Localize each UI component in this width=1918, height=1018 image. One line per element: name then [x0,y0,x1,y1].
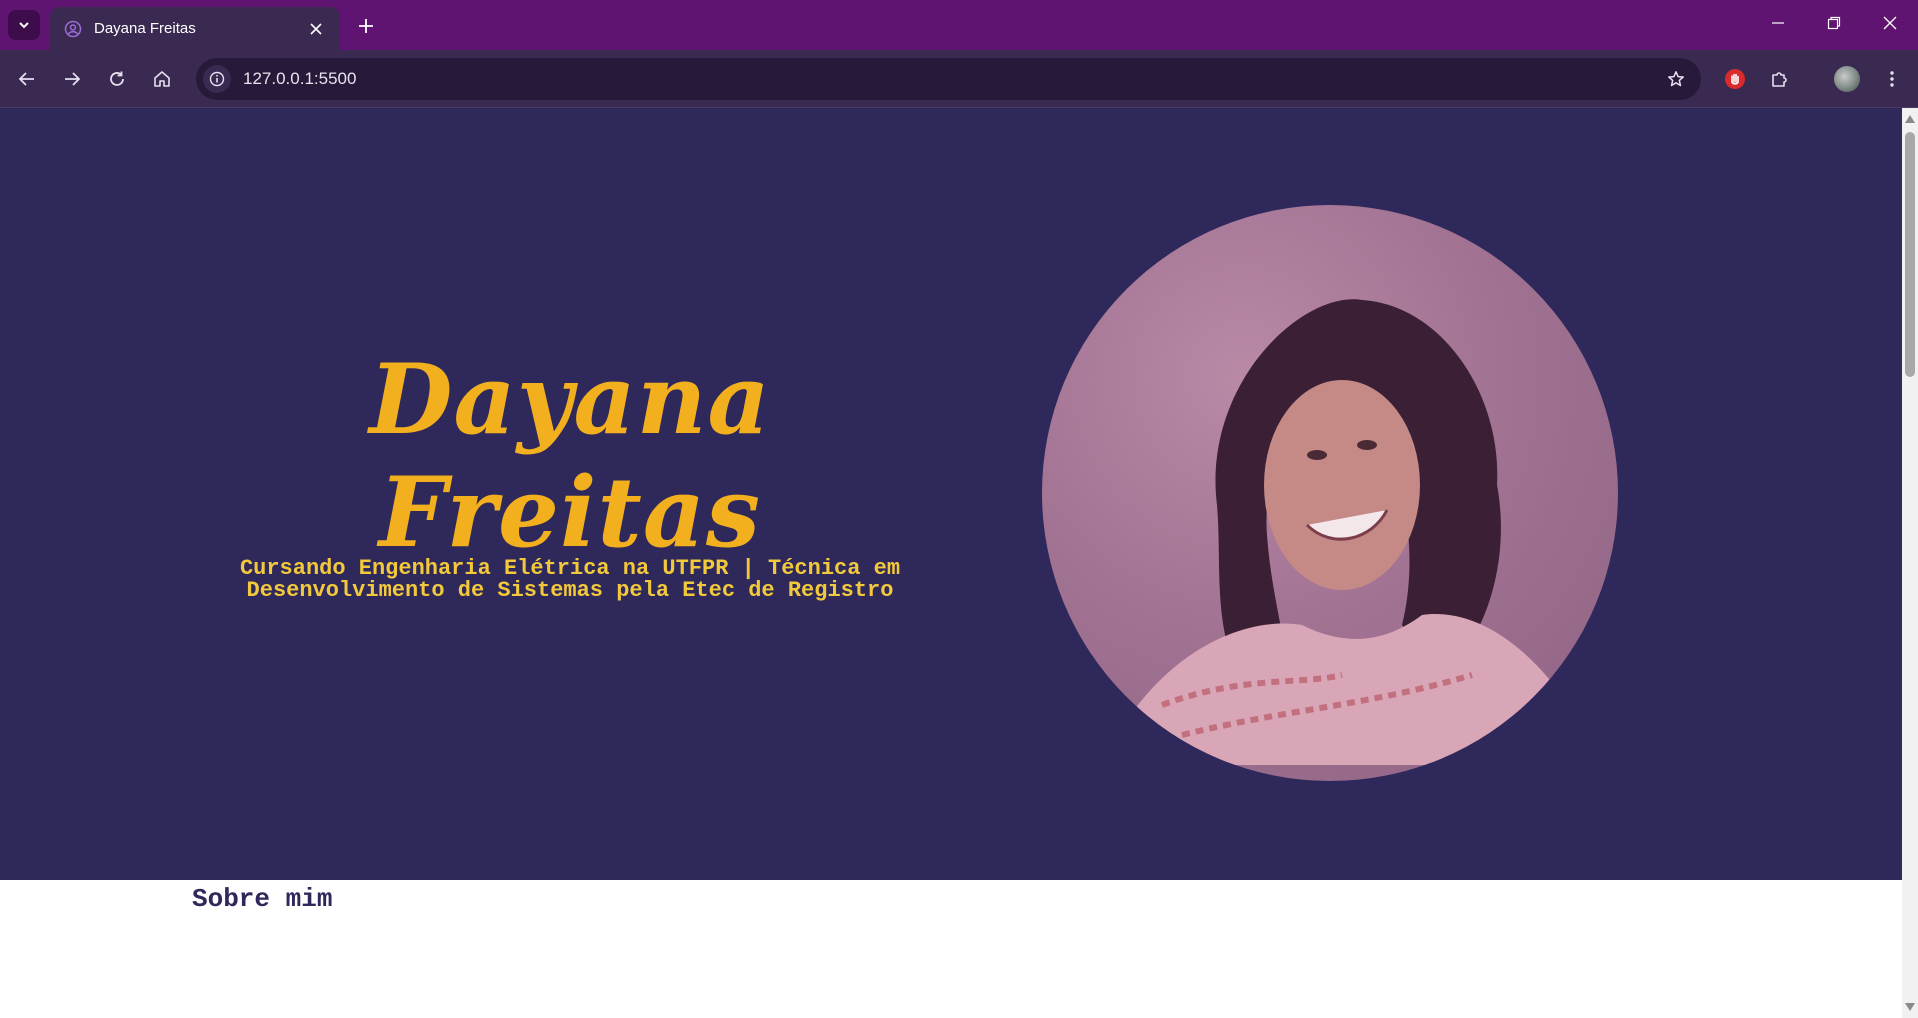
info-icon [209,71,225,87]
bookmark-button[interactable] [1659,62,1693,96]
browser-toolbar: 127.0.0.1:5500 [0,50,1918,138]
new-tab-button[interactable] [352,12,380,40]
arrow-right-icon [65,72,81,86]
avatar [1834,66,1860,92]
extension-adblock-button[interactable] [1718,62,1752,96]
page-viewport: Dayana Freitas Cursando Engenharia Elétr… [0,108,1902,1018]
address-bar[interactable]: 127.0.0.1:5500 [196,58,1701,100]
tab-close-button[interactable] [304,17,328,41]
restore-button[interactable] [1806,0,1862,46]
scroll-up-arrow[interactable] [1905,114,1915,124]
hand-icon [1725,69,1745,89]
hero-subtitle: Cursando Engenharia Elétrica na UTFPR | … [200,558,940,602]
url-text[interactable]: 127.0.0.1:5500 [243,69,1659,89]
profile-icon [64,20,82,38]
profile-button[interactable] [1830,62,1864,96]
hero-subtitle-line-2: Desenvolvimento de Sistemas pela Etec de… [246,578,894,603]
home-icon [154,71,170,87]
hero-section: Dayana Freitas Cursando Engenharia Elétr… [0,108,1902,880]
forward-button[interactable] [55,62,89,96]
profile-photo [1042,205,1618,781]
browser-titlebar: Dayana Freitas [0,0,1918,50]
reload-button[interactable] [100,62,134,96]
back-button[interactable] [10,62,44,96]
scrollbar-thumb[interactable] [1905,132,1915,377]
close-icon [1883,16,1897,30]
minimize-button[interactable] [1750,0,1806,46]
extensions-button[interactable] [1763,62,1797,96]
browser-menu-button[interactable] [1875,62,1909,96]
arrow-left-icon [18,72,34,86]
home-button[interactable] [145,62,179,96]
chevron-down-icon [19,22,29,29]
restore-icon [1827,16,1841,30]
minimize-icon [1772,22,1784,24]
tab-title: Dayana Freitas [94,20,196,37]
browser-tab-active[interactable]: Dayana Freitas [50,7,340,50]
plus-icon [359,19,373,33]
reload-icon [110,71,124,86]
about-section-title: Sobre mim [192,884,333,914]
close-icon [310,22,322,35]
close-window-button[interactable] [1862,0,1918,46]
scroll-down-arrow[interactable] [1905,1002,1915,1012]
star-icon [1668,71,1684,87]
page-scrollbar[interactable] [1902,108,1918,1018]
kebab-menu-icon [1890,71,1894,87]
puzzle-icon [1772,72,1787,87]
hero-name: Dayana Freitas [369,343,771,569]
tab-search-button[interactable] [8,10,40,40]
site-info-button[interactable] [203,65,231,93]
